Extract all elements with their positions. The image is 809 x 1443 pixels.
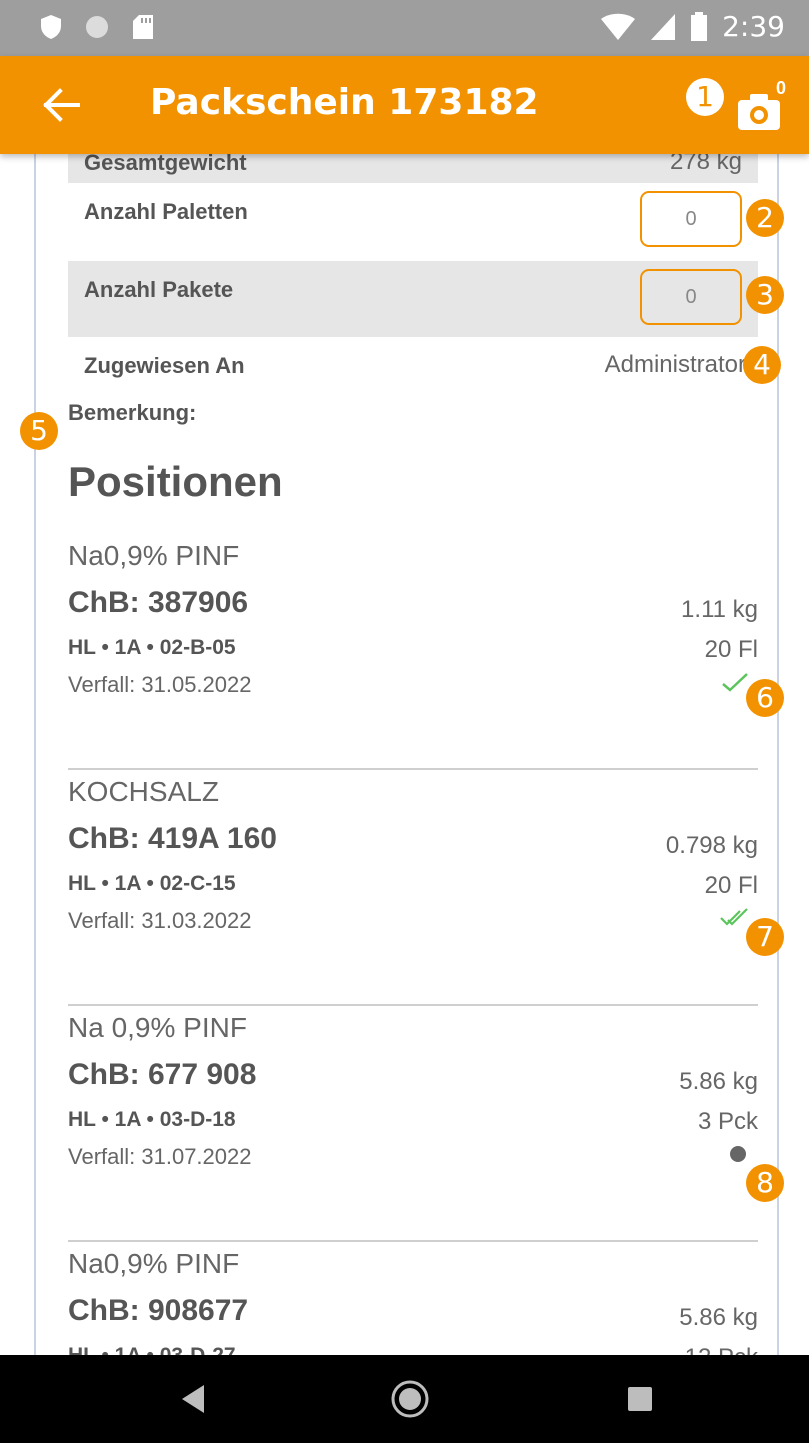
annotation-1: 1	[686, 78, 724, 116]
sd-card-icon	[133, 15, 153, 39]
double-check-icon	[720, 908, 748, 926]
item-weight: 1.11 kg	[681, 596, 758, 623]
dot-icon	[730, 1146, 746, 1162]
annotation-5: 5	[20, 412, 58, 450]
recents-square-icon[interactable]	[620, 1379, 660, 1419]
pallets-input[interactable]: 0	[640, 191, 742, 247]
item-weight: 0.798 kg	[665, 832, 758, 859]
pallets-label: Anzahl Paletten	[84, 199, 248, 224]
signal-icon	[651, 13, 676, 40]
item-quantity: 3 Pck	[697, 1108, 758, 1135]
camera-count-badge: 0	[776, 78, 787, 98]
item-weight: 5.86 kg	[679, 1304, 758, 1331]
total-weight-row: Gesamtgewicht 278 kg	[68, 150, 758, 183]
arrow-left-icon[interactable]	[40, 84, 82, 126]
position-item[interactable]: KOCHSALZ ChB: 419A 160 HL • 1A • 02-C-15…	[68, 776, 758, 1006]
circle-icon	[86, 16, 108, 38]
item-name: Na0,9% PINF	[68, 540, 240, 571]
annotation-6: 6	[746, 679, 784, 717]
navigation-bar	[0, 1355, 809, 1443]
item-name: Na 0,9% PINF	[68, 1012, 247, 1043]
item-name: Na0,9% PINF	[68, 1248, 240, 1279]
assigned-row: Zugewiesen An Administrator	[68, 337, 758, 393]
wifi-icon	[601, 13, 636, 40]
item-expiry: Verfall: 31.07.2022	[68, 1144, 252, 1169]
annotation-3: 3	[746, 276, 784, 314]
item-batch: ChB: 908677	[68, 1294, 249, 1327]
annotation-2: 2	[746, 199, 784, 237]
item-name: KOCHSALZ	[68, 776, 219, 807]
packages-label: Anzahl Pakete	[84, 277, 234, 302]
status-bar: 2:39	[0, 0, 809, 56]
annotation-8: 8	[746, 1164, 784, 1202]
annotation-7: 7	[746, 918, 784, 956]
packages-input[interactable]: 0	[640, 269, 742, 325]
assigned-value[interactable]: Administrator	[605, 351, 746, 379]
shield-icon	[41, 15, 61, 39]
page-title: Packschein 173182	[150, 82, 539, 123]
annotation-4: 4	[743, 346, 781, 384]
item-location: HL • 1A • 02-C-15	[68, 872, 236, 895]
remark-label: Bemerkung:	[68, 400, 197, 425]
item-weight: 5.86 kg	[679, 1068, 758, 1095]
item-quantity: 20 Fl	[704, 636, 758, 663]
item-expiry: Verfall: 31.05.2022	[68, 672, 252, 697]
packages-row: Anzahl Pakete 0	[68, 261, 758, 337]
item-location: HL • 1A • 02-B-05	[68, 636, 236, 659]
battery-icon	[691, 11, 708, 41]
content-card: Gesamtgewicht 278 kg Anzahl Paletten 0 A…	[34, 150, 779, 1360]
item-expiry: Verfall: 31.03.2022	[68, 908, 252, 933]
position-item[interactable]: Na0,9% PINF ChB: 908677 HL • 1A • 03-D-2…	[68, 1248, 758, 1360]
check-icon	[722, 673, 748, 692]
item-batch: ChB: 677 908	[68, 1058, 257, 1091]
position-item[interactable]: Na0,9% PINF ChB: 387906 HL • 1A • 02-B-0…	[68, 540, 758, 770]
home-circle-icon[interactable]	[390, 1379, 430, 1419]
item-location: HL • 1A • 03-D-18	[68, 1108, 236, 1131]
item-quantity: 20 Fl	[704, 872, 758, 899]
clock: 2:39	[722, 10, 785, 43]
position-item[interactable]: Na 0,9% PINF ChB: 677 908 HL • 1A • 03-D…	[68, 1012, 758, 1242]
item-batch: ChB: 387906	[68, 586, 249, 619]
assigned-label: Zugewiesen An	[84, 353, 245, 378]
pallets-row: Anzahl Paletten 0	[68, 183, 758, 261]
item-batch: ChB: 419A 160	[68, 822, 277, 855]
back-triangle-icon[interactable]	[174, 1379, 214, 1419]
positions-title: Positionen	[68, 458, 283, 505]
